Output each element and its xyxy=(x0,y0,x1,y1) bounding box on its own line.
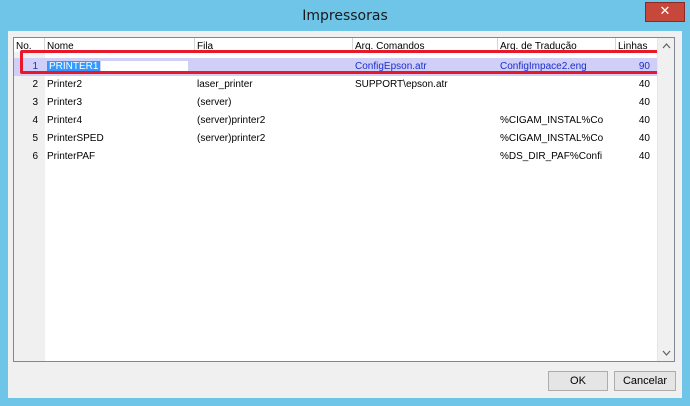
printer-lines: 40 xyxy=(638,151,650,162)
row-number: 4 xyxy=(32,115,38,126)
table-row[interactable]: 5 PrinterSPED (server)printer2 %CIGAM_IN… xyxy=(14,130,659,148)
printers-dialog: Impressoras ✕ No. Nome Fila Arq. Comando… xyxy=(0,0,690,406)
cancel-button[interactable]: Cancelar xyxy=(614,371,676,391)
printer-translation-file: %CIGAM_INSTAL%Co xyxy=(500,133,604,144)
printer-command-file xyxy=(355,112,496,130)
printer-queue: (server) xyxy=(197,97,232,108)
printer-queue: laser_printer xyxy=(197,79,253,90)
printer-queue xyxy=(197,148,351,166)
chevron-up-icon[interactable] xyxy=(658,38,674,54)
printers-list[interactable]: No. Nome Fila Arq. Comandos Arq. de Trad… xyxy=(13,37,675,362)
printer-queue: (server)printer2 xyxy=(197,115,266,126)
printer-name: Printer4 xyxy=(47,115,83,126)
vertical-scrollbar[interactable] xyxy=(657,38,674,361)
ok-button[interactable]: OK xyxy=(548,371,608,391)
printer-lines: 40 xyxy=(638,115,650,126)
printer-translation-file: %CIGAM_INSTAL%Co xyxy=(500,115,604,126)
table-row[interactable]: 3 Printer3 (server) 40 xyxy=(14,94,659,112)
highlight-annotation-box xyxy=(20,50,662,74)
table-row[interactable]: 6 PrinterPAF %DS_DIR_PAF%Confi 40 xyxy=(14,148,659,166)
printer-translation-file xyxy=(500,76,614,94)
printer-lines: 40 xyxy=(638,133,650,144)
printer-translation-file xyxy=(500,94,614,112)
dialog-body: No. Nome Fila Arq. Comandos Arq. de Trad… xyxy=(8,31,682,398)
row-number: 6 xyxy=(32,151,38,162)
printer-lines: 40 xyxy=(638,79,650,90)
row-number: 3 xyxy=(32,97,38,108)
row-number: 2 xyxy=(32,79,38,90)
printer-command-file xyxy=(355,130,496,148)
chevron-down-icon[interactable] xyxy=(658,345,674,361)
table-row[interactable]: 4 Printer4 (server)printer2 %CIGAM_INSTA… xyxy=(14,112,659,130)
printer-name: Printer3 xyxy=(47,97,83,108)
printer-name: Printer2 xyxy=(47,79,83,90)
title-bar[interactable]: Impressoras ✕ xyxy=(0,0,690,31)
printer-translation-file: %DS_DIR_PAF%Confi xyxy=(500,151,603,162)
window-title: Impressoras xyxy=(302,8,388,24)
table-row[interactable]: 2 Printer2 laser_printer SUPPORT\epson.a… xyxy=(14,76,659,94)
printer-lines: 40 xyxy=(638,97,650,108)
close-icon: ✕ xyxy=(659,4,671,19)
printer-name: PrinterPAF xyxy=(47,151,96,162)
printer-name: PrinterSPED xyxy=(47,133,104,144)
row-number: 5 xyxy=(32,133,38,144)
printer-command-file xyxy=(355,94,496,112)
printer-queue: (server)printer2 xyxy=(197,133,266,144)
close-button[interactable]: ✕ xyxy=(645,2,685,22)
printer-command-file xyxy=(355,148,496,166)
printer-command-file: SUPPORT\epson.atr xyxy=(355,79,448,90)
